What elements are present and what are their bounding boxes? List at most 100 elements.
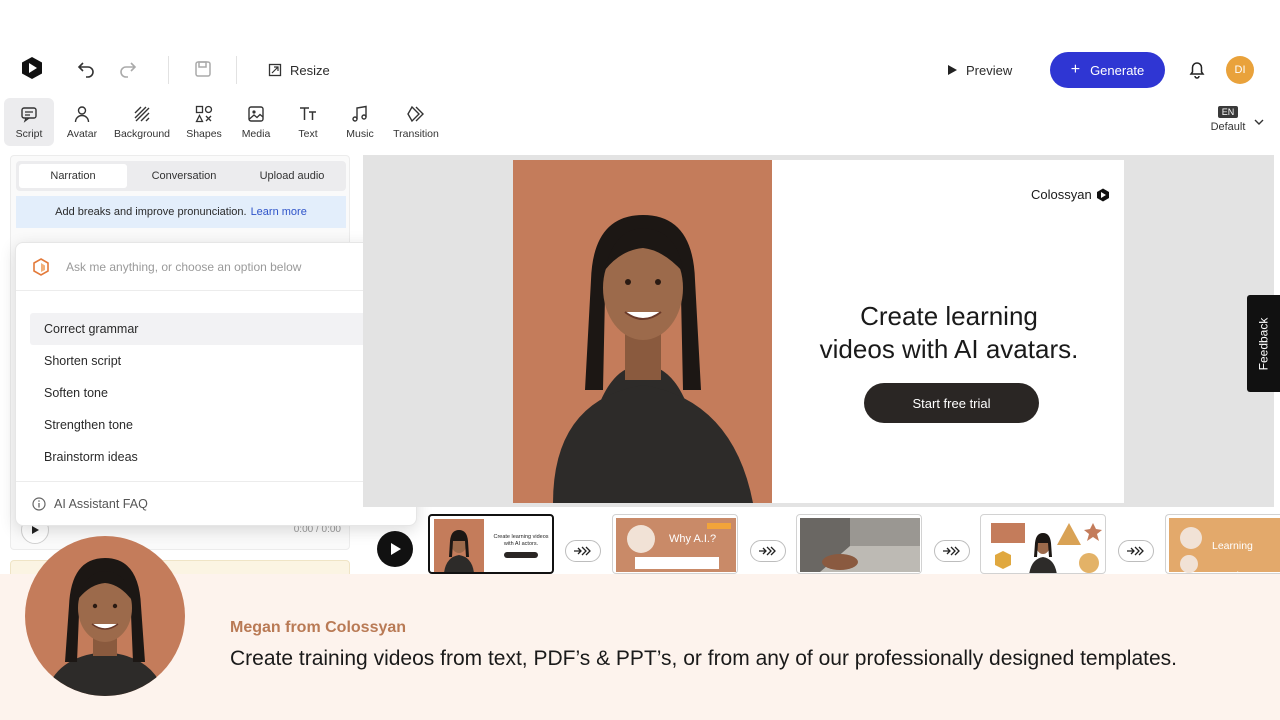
thumb-title: Create learning videos with AI actors. [493, 534, 549, 547]
ai-faq-link[interactable]: AI Assistant FAQ [16, 481, 416, 525]
app-root: Resize Preview + Generate DI Script Avat… [0, 0, 1280, 720]
separator [236, 56, 237, 84]
avatar-icon [74, 106, 90, 123]
colossyan-logo-icon [1096, 188, 1109, 201]
redo-icon[interactable] [114, 54, 142, 82]
ai-option-soften-tone[interactable]: Soften tone [30, 377, 404, 409]
tool-media[interactable]: Media [236, 98, 276, 146]
headline-line-1: Create learning [860, 301, 1038, 331]
notifications-bell-icon[interactable] [1186, 58, 1208, 80]
tool-script[interactable]: Script [4, 98, 54, 146]
ai-options-list: Correct grammar Shorten script Soften to… [30, 313, 404, 473]
scene-thumbnail[interactable]: Why A.I.? [612, 514, 738, 574]
avatar-woman-image[interactable] [513, 160, 772, 503]
preview-button[interactable]: Preview [946, 56, 1012, 84]
generate-label: Generate [1090, 62, 1145, 78]
feedback-tab[interactable]: Feedback [1247, 295, 1280, 392]
play-icon [948, 65, 957, 75]
ai-option-brainstorm-ideas[interactable]: Brainstorm ideas [30, 441, 404, 473]
tool-label: Transition [393, 128, 439, 140]
generate-button[interactable]: + Generate [1050, 52, 1165, 88]
brand-name: Colossyan [1031, 187, 1092, 202]
tool-background[interactable]: Background [110, 98, 174, 146]
laptop-image [820, 518, 920, 572]
feedback-label: Feedback [1256, 317, 1271, 370]
chevron-down-icon[interactable] [1253, 116, 1265, 128]
tab-conversation[interactable]: Conversation [130, 161, 238, 191]
resize-button[interactable]: Resize [268, 56, 330, 84]
tool-avatar[interactable]: Avatar [60, 98, 104, 146]
thumb-avatar-circle [1180, 527, 1202, 549]
start-free-trial-button[interactable]: Start free trial [864, 383, 1039, 423]
headline-line-2: videos with AI avatars. [819, 334, 1079, 364]
transition-icon [943, 546, 960, 556]
slide-avatar-panel [513, 160, 772, 503]
scene-thumbnail[interactable] [980, 514, 1106, 574]
shapes-scene-image [991, 523, 1102, 573]
tool-label: Background [113, 128, 171, 140]
save-icon[interactable] [189, 55, 217, 83]
presenter-name: Megan from Colossyan [230, 619, 407, 636]
tool-transition[interactable]: Transition [390, 98, 442, 146]
tab-upload-audio[interactable]: Upload audio [238, 161, 346, 191]
ai-faq-label: AI Assistant FAQ [54, 496, 148, 511]
background-icon [134, 106, 150, 122]
ai-option-shorten-script[interactable]: Shorten script [30, 345, 404, 377]
thumb-laptop-photo [800, 518, 920, 572]
ai-assistant-popup: Ask me anything, or choose an option bel… [15, 242, 417, 526]
timeline-play-button[interactable] [377, 531, 413, 567]
pronunciation-tip: Add breaks and improve pronunciation. Le… [16, 196, 346, 228]
thumb-cta [504, 552, 538, 558]
thumb-title: Why A.I.? [669, 533, 717, 545]
slide-canvas[interactable]: Colossyan Create learning videos with AI… [513, 160, 1124, 503]
tool-label: Shapes [186, 128, 222, 140]
presenter-caption-text: Create training videos from text, PDF’s … [230, 647, 1177, 670]
undo-icon[interactable] [72, 54, 100, 82]
ai-option-correct-grammar[interactable]: Correct grammar [30, 313, 404, 345]
text-icon [300, 107, 316, 120]
slide-headline: Create learning videos with AI avatars. [803, 300, 1095, 366]
thumb-textbox [635, 557, 719, 569]
avatar-woman-image [444, 530, 474, 572]
media-icon [248, 106, 264, 122]
transition-button[interactable] [934, 540, 970, 562]
app-logo-icon[interactable] [20, 56, 44, 80]
language-selector[interactable]: EN Default [1208, 106, 1248, 133]
language-code: EN [1217, 106, 1239, 118]
ai-prompt-input[interactable]: Ask me anything, or choose an option bel… [16, 243, 416, 291]
scene-thumbnail[interactable]: Create learning videos with AI actors. [428, 514, 554, 574]
script-icon [21, 107, 37, 123]
thumb-accent [707, 523, 731, 529]
scene-thumbnail[interactable] [796, 514, 922, 574]
avatar-woman-image [45, 558, 165, 696]
scene-thumbnail[interactable]: Learning Development [1165, 514, 1280, 574]
shapes-icon [195, 105, 213, 123]
tab-narration[interactable]: Narration [19, 164, 127, 188]
script-tabs: Narration Conversation Upload audio [16, 161, 346, 191]
top-bar: Resize Preview + Generate DI [0, 40, 1280, 100]
learn-more-link[interactable]: Learn more [251, 206, 307, 218]
transition-button[interactable] [750, 540, 786, 562]
tool-text[interactable]: Text [288, 98, 328, 146]
transition-icon [574, 546, 591, 556]
ai-option-strengthen-tone[interactable]: Strengthen tone [30, 409, 404, 441]
tool-label: Avatar [66, 128, 98, 140]
transition-button[interactable] [565, 540, 601, 562]
ai-assistant-icon [33, 257, 49, 276]
transition-button[interactable] [1118, 540, 1154, 562]
tool-music[interactable]: Music [340, 98, 380, 146]
tip-text: Add breaks and improve pronunciation. [55, 206, 247, 218]
transition-icon [759, 546, 776, 556]
tool-label: Script [15, 128, 43, 140]
plus-icon: + [1070, 61, 1081, 78]
info-icon [32, 496, 46, 511]
thumb-title: Learning Development [1212, 540, 1274, 573]
transition-icon [1127, 546, 1144, 556]
tool-shapes[interactable]: Shapes [182, 98, 226, 146]
play-icon [32, 526, 39, 534]
preview-label: Preview [966, 62, 1013, 78]
thumb-avatar-bg [434, 519, 484, 572]
thumb-avatar-circle [1180, 555, 1198, 573]
music-icon [352, 105, 367, 122]
user-avatar[interactable]: DI [1226, 56, 1254, 84]
